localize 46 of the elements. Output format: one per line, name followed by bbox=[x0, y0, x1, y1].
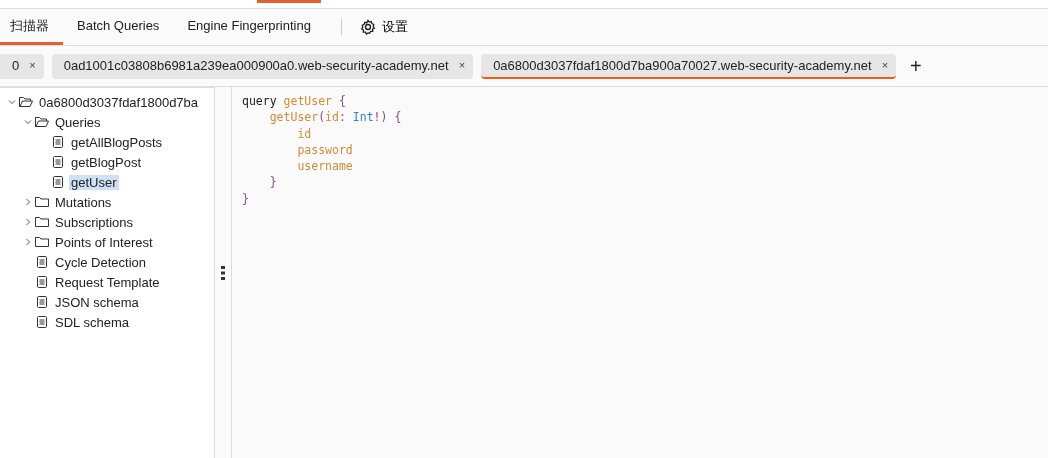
tree-item[interactable]: getAllBlogPosts bbox=[69, 134, 165, 150]
code-line: password bbox=[296, 141, 354, 159]
settings-icon bbox=[359, 19, 376, 35]
add-tab-button[interactable]: + bbox=[904, 54, 928, 78]
code-line: } bbox=[242, 190, 250, 208]
code-line: username bbox=[296, 158, 354, 175]
tree-item[interactable]: Subscriptions bbox=[53, 214, 136, 230]
close-icon[interactable]: × bbox=[458, 59, 466, 71]
tree-item[interactable]: getUser bbox=[69, 174, 119, 190]
document-icon bbox=[50, 134, 66, 150]
tab[interactable]: Engine Fingerprinting bbox=[177, 9, 325, 45]
tab[interactable]: 扫描器 bbox=[0, 9, 63, 45]
tree-item[interactable]: Points of Interest bbox=[53, 234, 155, 250]
code-editor[interactable]: query getUser { getUser(id: Int!) { id password username } } bbox=[231, 87, 1048, 458]
drag-handle-icon[interactable] bbox=[221, 265, 225, 281]
session-tab[interactable]: 0 × bbox=[0, 53, 44, 79]
folder-icon bbox=[34, 214, 50, 230]
document-icon bbox=[50, 174, 66, 190]
session-tab[interactable]: 0a6800d3037fdaf1800d7ba900a70027.web-security-academy.net × bbox=[481, 53, 897, 79]
document-icon bbox=[34, 274, 50, 290]
active-indicator bbox=[257, 0, 321, 3]
close-icon[interactable]: × bbox=[881, 59, 889, 71]
code-line: query getUser { bbox=[242, 93, 347, 110]
folder-icon bbox=[18, 94, 34, 110]
document-icon bbox=[34, 314, 50, 330]
document-icon bbox=[34, 254, 50, 270]
code-line: getUser(id: Int!) { bbox=[268, 109, 403, 126]
code-line: } bbox=[268, 174, 278, 191]
settings-button[interactable]: 设置 bbox=[353, 9, 414, 45]
folder-icon bbox=[34, 234, 50, 250]
close-icon[interactable]: × bbox=[29, 59, 36, 71]
session-tab[interactable]: 0ad1001c03808b6981a239ea000900a0.web-security-academy.net × bbox=[51, 53, 474, 79]
tab[interactable]: Batch Queries bbox=[67, 9, 174, 45]
tree-item[interactable]: getBlogPost bbox=[69, 154, 144, 170]
tree-item[interactable]: Queries bbox=[53, 114, 103, 130]
tree-item[interactable]: Cycle Detection bbox=[53, 254, 149, 270]
tree-item[interactable]: 0a6800d3037fdaf1800d7ba bbox=[37, 94, 201, 110]
tree-item[interactable]: JSON schema bbox=[53, 294, 141, 310]
code-line: id bbox=[296, 125, 313, 142]
tree-item[interactable]: SDL schema bbox=[53, 314, 131, 330]
folder-icon bbox=[34, 114, 50, 130]
tree-item[interactable]: Mutations bbox=[53, 194, 114, 210]
document-icon bbox=[50, 154, 66, 170]
document-icon bbox=[34, 294, 50, 310]
folder-icon bbox=[34, 194, 50, 210]
tree-item[interactable]: Request Template bbox=[53, 274, 162, 290]
